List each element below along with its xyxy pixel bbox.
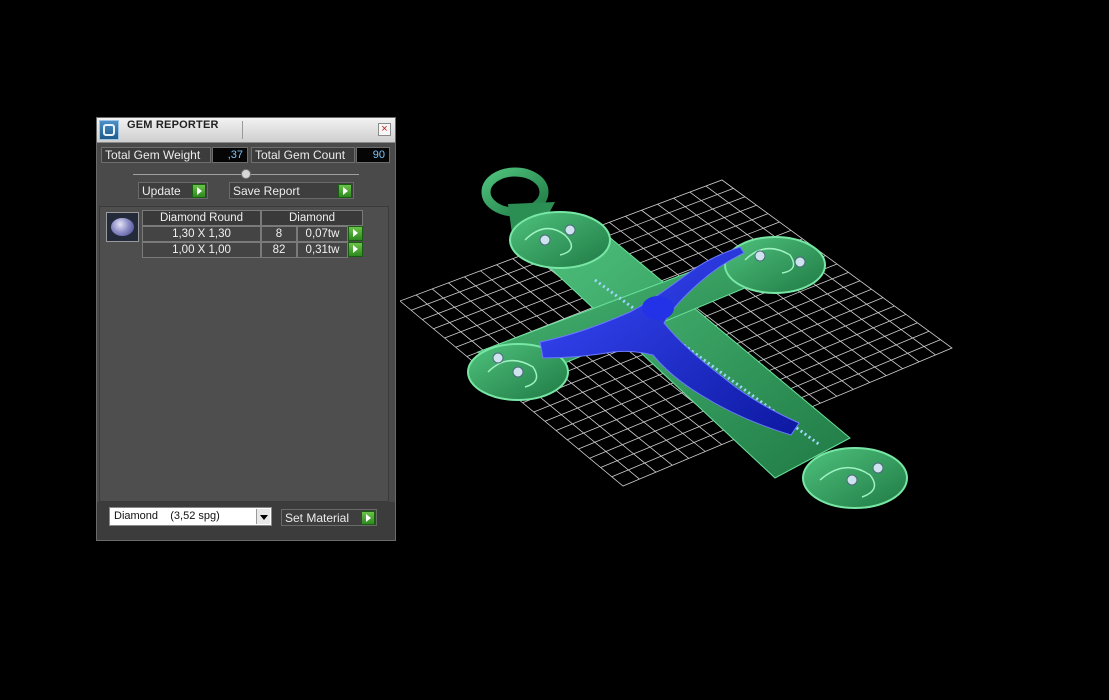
gem-reporter-panel: GEM REPORTER × Total Gem Weight ,37 Tota… — [96, 117, 396, 541]
gem-reporter-icon — [99, 120, 119, 140]
gem-count-cell: 8 — [261, 226, 297, 242]
total-gem-weight-label: Total Gem Weight — [101, 147, 211, 163]
set-material-button[interactable]: Set Material — [281, 509, 377, 526]
splitter-handle[interactable] — [241, 169, 251, 179]
save-report-label: Save Report — [233, 184, 300, 198]
close-icon[interactable]: × — [378, 123, 391, 136]
figure-head — [642, 296, 674, 320]
column-header-shape: Diamond Round — [142, 210, 261, 226]
gem-weight-cell: 0,07tw — [297, 226, 348, 242]
column-header-material: Diamond — [261, 210, 363, 226]
chevron-down-icon[interactable] — [256, 509, 270, 524]
update-label: Update — [142, 184, 181, 198]
set-material-label: Set Material — [285, 511, 350, 525]
gem-size-cell: 1,00 X 1,00 — [142, 242, 261, 258]
green-play-arrow-icon[interactable] — [348, 242, 363, 257]
material-name: Diamond — [114, 510, 159, 522]
gem-count-cell: 82 — [261, 242, 297, 258]
title-divider — [242, 121, 243, 139]
gem-weight-cell: 0,31tw — [297, 242, 348, 258]
green-play-arrow-icon — [361, 511, 375, 525]
panel-title: GEM REPORTER — [127, 119, 219, 131]
title-bar[interactable]: GEM REPORTER × — [97, 118, 395, 143]
oval-gem-icon[interactable] — [106, 212, 139, 242]
viewport-3d[interactable] — [400, 160, 960, 530]
total-gem-count-value: 90 — [356, 147, 390, 163]
update-button[interactable]: Update — [138, 182, 208, 199]
gem-size-cell: 1,30 X 1,30 — [142, 226, 261, 242]
save-report-button[interactable]: Save Report — [229, 182, 354, 199]
material-select[interactable]: Diamond (3,52 spg) — [109, 507, 272, 526]
green-play-arrow-icon — [338, 184, 352, 198]
green-play-arrow-icon[interactable] — [348, 226, 363, 241]
material-spg: (3,52 spg) — [170, 510, 220, 522]
cross-right-end — [724, 236, 826, 294]
green-play-arrow-icon — [192, 184, 206, 198]
total-gem-count-label: Total Gem Count — [251, 147, 355, 163]
total-gem-weight-value: ,37 — [212, 147, 248, 163]
